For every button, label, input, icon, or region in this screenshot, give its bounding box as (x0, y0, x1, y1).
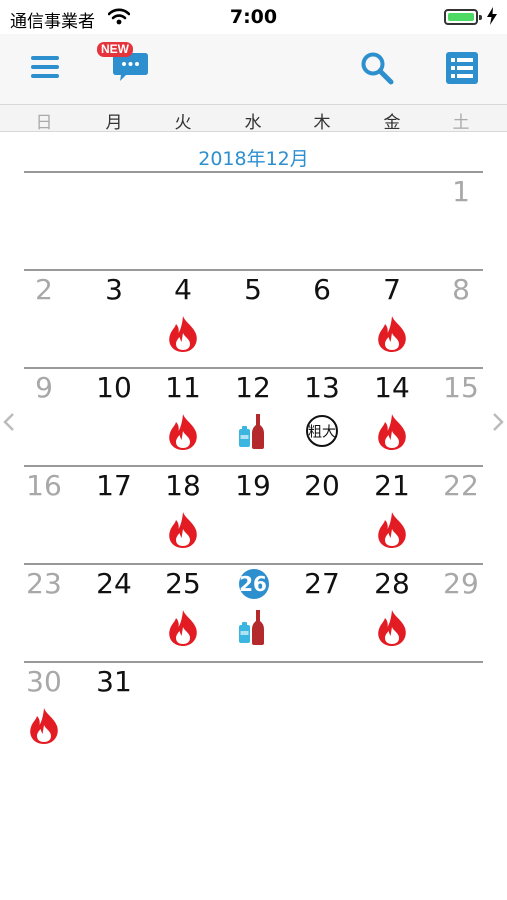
weekday-sat: 土 (452, 113, 470, 133)
burnable-garbage-icon (375, 609, 409, 651)
weekday-thu: 木 (313, 113, 331, 133)
day-number: 22 (443, 469, 479, 502)
hamburger-menu-icon[interactable] (31, 55, 59, 79)
calendar-day-15[interactable]: 15 (426, 367, 496, 465)
day-number: 10 (96, 371, 132, 404)
day-number: 8 (452, 273, 470, 306)
calendar-day-31[interactable]: 31 (79, 661, 149, 759)
day-number: 30 (26, 665, 62, 698)
day-number: 9 (35, 371, 53, 404)
cans-bottles-icon (236, 412, 270, 454)
calendar-day-1[interactable]: 1 (426, 171, 496, 269)
day-number: 4 (174, 273, 192, 306)
calendar-day-18[interactable]: 18 (148, 465, 218, 563)
calendar-day-5[interactable]: 5 (218, 269, 288, 367)
calendar-day-30[interactable]: 30 (9, 661, 79, 759)
calendar-day-11[interactable]: 11 (148, 367, 218, 465)
calendar-day-29[interactable]: 29 (426, 563, 496, 661)
calendar-day-20[interactable]: 20 (287, 465, 357, 563)
list-view-icon[interactable] (446, 52, 478, 84)
day-number: 16 (26, 469, 62, 502)
burnable-garbage-icon (166, 609, 200, 651)
bulky-waste-icon: 粗大 (305, 414, 339, 452)
calendar-day-7[interactable]: 7 (357, 269, 427, 367)
calendar-day-28[interactable]: 28 (357, 563, 427, 661)
day-number: 24 (96, 567, 132, 600)
month-title: 2018年12月 (198, 148, 309, 170)
day-number: 26 (239, 572, 267, 596)
calendar-day-12[interactable]: 12 (218, 367, 288, 465)
calendar-day-26[interactable]: 26 (218, 563, 288, 661)
day-number: 19 (235, 469, 271, 502)
calendar-day-4[interactable]: 4 (148, 269, 218, 367)
weekday-fri: 金 (383, 113, 401, 133)
battery-icon (444, 9, 482, 25)
day-number: 31 (96, 665, 132, 698)
calendar-day-2[interactable]: 2 (9, 269, 79, 367)
day-number: 12 (235, 371, 271, 404)
burnable-garbage-icon (166, 413, 200, 455)
day-number: 6 (313, 273, 331, 306)
day-number: 29 (443, 567, 479, 600)
search-icon[interactable] (360, 51, 394, 85)
weekday-wed: 水 (244, 113, 262, 133)
day-number: 1 (452, 175, 470, 208)
clock: 7:00 (229, 6, 278, 28)
calendar-day-23[interactable]: 23 (9, 563, 79, 661)
day-number: 13 (304, 371, 340, 404)
new-badge: NEW (97, 42, 133, 57)
day-number: 17 (96, 469, 132, 502)
calendar-day-9[interactable]: 9 (9, 367, 79, 465)
calendar-day-16[interactable]: 16 (9, 465, 79, 563)
burnable-garbage-icon (27, 707, 61, 749)
burnable-garbage-icon (375, 315, 409, 357)
day-number: 21 (374, 469, 410, 502)
day-number: 28 (374, 567, 410, 600)
day-number: 11 (165, 371, 201, 404)
day-number: 5 (244, 273, 262, 306)
calendar-day-8[interactable]: 8 (426, 269, 496, 367)
weekday-mon: 月 (105, 113, 123, 133)
calendar-day-25[interactable]: 25 (148, 563, 218, 661)
weekday-header: 日 月 火 水 木 金 土 (0, 104, 507, 133)
burnable-garbage-icon (375, 413, 409, 455)
calendar-day-22[interactable]: 22 (426, 465, 496, 563)
weekday-sun: 日 (35, 113, 53, 133)
burnable-garbage-icon (375, 511, 409, 553)
charging-icon (487, 7, 497, 25)
calendar-day-27[interactable]: 27 (287, 563, 357, 661)
weekday-tue: 火 (174, 113, 192, 133)
calendar-day-3[interactable]: 3 (79, 269, 149, 367)
day-number: 14 (374, 371, 410, 404)
day-number: 15 (443, 371, 479, 404)
calendar-day-19[interactable]: 19 (218, 465, 288, 563)
toolbar (0, 34, 507, 104)
day-number: 7 (383, 273, 401, 306)
day-number: 18 (165, 469, 201, 502)
calendar-day-24[interactable]: 24 (79, 563, 149, 661)
day-number: 25 (165, 567, 201, 600)
burnable-garbage-icon (166, 315, 200, 357)
day-number: 3 (105, 273, 123, 306)
cans-bottles-icon (236, 608, 270, 650)
day-number: 2 (35, 273, 53, 306)
burnable-garbage-icon (166, 511, 200, 553)
calendar-day-14[interactable]: 14 (357, 367, 427, 465)
day-number: 27 (304, 567, 340, 600)
calendar-day-6[interactable]: 6 (287, 269, 357, 367)
day-number: 20 (304, 469, 340, 502)
calendar-day-21[interactable]: 21 (357, 465, 427, 563)
day-number: 23 (26, 567, 62, 600)
calendar-day-10[interactable]: 10 (79, 367, 149, 465)
status-bar: 通信事業者 7:00 (0, 0, 507, 34)
week-divider (24, 171, 483, 173)
calendar-day-13[interactable]: 13 粗大 (287, 367, 357, 465)
calendar-day-17[interactable]: 17 (79, 465, 149, 563)
svg-text:粗大: 粗大 (308, 425, 336, 441)
